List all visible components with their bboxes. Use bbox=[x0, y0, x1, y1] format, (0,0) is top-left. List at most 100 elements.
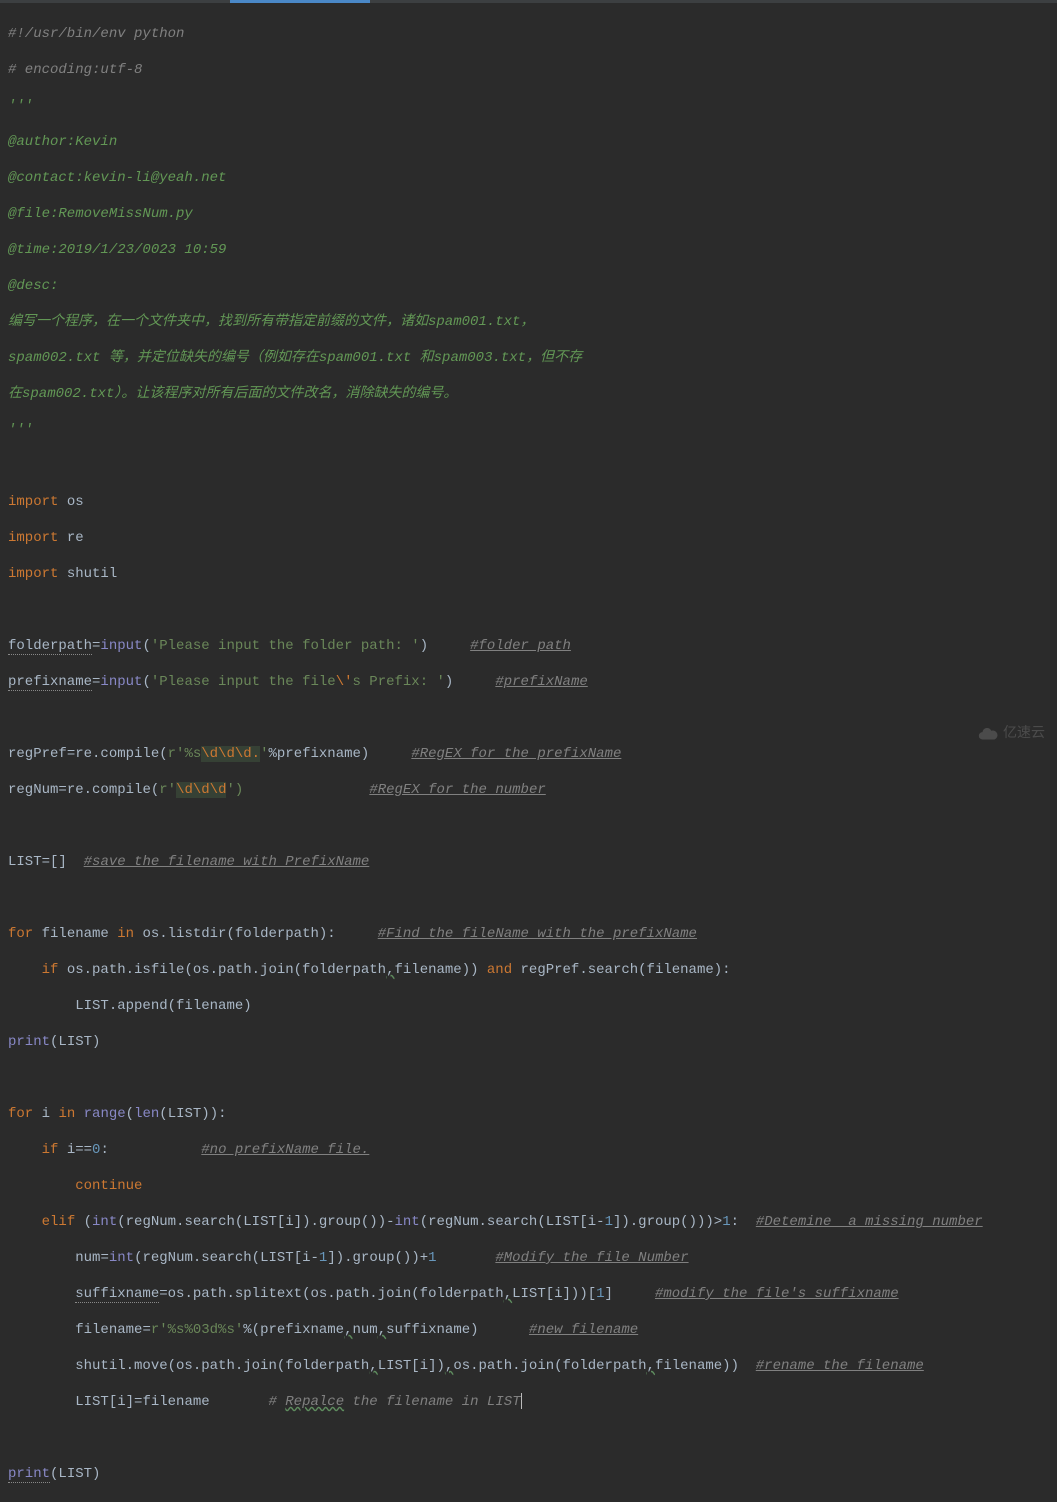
fmt-string: '%s%03d%s' bbox=[159, 1322, 243, 1338]
suffix-list: LIST[i]))[ bbox=[512, 1286, 596, 1302]
int-call: int bbox=[92, 1214, 117, 1230]
in-keyword: in bbox=[117, 926, 134, 942]
regex-string: '\d\d\d bbox=[168, 782, 227, 798]
eq-eq: == bbox=[75, 1142, 92, 1158]
isfile-expr: os.path.isfile(os.path.join(folderpath bbox=[58, 962, 386, 978]
zero-literal: 0 bbox=[92, 1142, 100, 1158]
input-call: input bbox=[100, 638, 142, 654]
if-keyword: if bbox=[42, 962, 59, 978]
for-keyword: for bbox=[8, 1106, 33, 1122]
comma-typo: , bbox=[647, 1358, 655, 1374]
range-call: range bbox=[84, 1106, 126, 1122]
and-keyword: and bbox=[487, 962, 512, 978]
comma-typo: , bbox=[445, 1358, 453, 1374]
suffix-close: ] bbox=[605, 1286, 613, 1302]
equals: = bbox=[58, 782, 66, 798]
list-i: LIST[i]) bbox=[378, 1358, 445, 1374]
regex-string: '%s\d\d\d.' bbox=[176, 746, 268, 762]
doc-body-2: spam002.txt 等，并定位缺失的编号（例如存在spam001.txt 和… bbox=[8, 350, 582, 366]
folder-prompt-string: 'Please input the folder path: ' bbox=[151, 638, 420, 654]
list-assign: LIST[i] bbox=[75, 1394, 134, 1410]
prefixname-var: prefixname bbox=[8, 674, 92, 691]
folderpath-var: folderpath bbox=[8, 638, 92, 655]
import-keyword: import bbox=[8, 530, 58, 546]
equals: = bbox=[159, 1286, 167, 1302]
os-listdir: os.listdir(folderpath): bbox=[134, 926, 336, 942]
docstring-open: ''' bbox=[8, 98, 33, 114]
filename-close: filename)) bbox=[655, 1358, 739, 1374]
comma-typo: , bbox=[378, 1322, 386, 1338]
percent-prefixname: %prefixname) bbox=[268, 746, 369, 762]
list-append: LIST.append(filename) bbox=[75, 998, 251, 1014]
doc-file: @file:RemoveMissNum.py bbox=[8, 206, 193, 222]
os-join2: os.path.join(folderpath bbox=[453, 1358, 646, 1374]
new-filename-comment: #new filename bbox=[529, 1322, 638, 1338]
import-keyword: import bbox=[8, 494, 58, 510]
one-literal: 1 bbox=[428, 1250, 436, 1266]
equals: = bbox=[100, 1250, 108, 1266]
doc-author: @author:Kevin bbox=[8, 134, 117, 150]
modify-suffix-comment: #modify the file's suffixname bbox=[655, 1286, 899, 1302]
code-editor[interactable]: #!/usr/bin/env python # encoding:utf-8 '… bbox=[0, 3, 1057, 1502]
elif-open: ( bbox=[75, 1214, 92, 1230]
watermark-logo: 亿速云 bbox=[977, 723, 1045, 745]
one-literal: 1 bbox=[605, 1214, 613, 1230]
empty-list: [] bbox=[50, 854, 67, 870]
regex-number-comment: #RegEX for the number bbox=[369, 782, 545, 798]
doc-contact: @contact:kevin-li@yeah.net bbox=[8, 170, 226, 186]
equals: = bbox=[42, 854, 50, 870]
paren-close: ) bbox=[420, 638, 428, 654]
import-re: re bbox=[58, 530, 83, 546]
one-literal: 1 bbox=[319, 1250, 327, 1266]
folder-path-comment: #folder path bbox=[470, 638, 571, 654]
regnum-search-b: (regNum.search(LIST[i- bbox=[420, 1214, 605, 1230]
filename-val: filename bbox=[142, 1394, 209, 1410]
if-keyword: if bbox=[42, 1142, 59, 1158]
equals: = bbox=[134, 1394, 142, 1410]
num-arg: num bbox=[353, 1322, 378, 1338]
docstring-close: ''' bbox=[8, 422, 33, 438]
rename-comment: #rename the filename bbox=[756, 1358, 924, 1374]
group-close: ]).group())) bbox=[613, 1214, 714, 1230]
raw-prefix: r bbox=[159, 782, 167, 798]
int-call: int bbox=[395, 1214, 420, 1230]
doc-time: @time:2019/1/23/0023 10:59 bbox=[8, 242, 226, 258]
detemine-comment: #Detemine a missing number bbox=[756, 1214, 983, 1230]
regpref-search: regPref.search(filename): bbox=[512, 962, 730, 978]
colon: : bbox=[100, 1142, 108, 1158]
re-compile: re.compile( bbox=[75, 746, 167, 762]
shutil-move: shutil.move(os.path.join(folderpath bbox=[75, 1358, 369, 1374]
encoding-line: # encoding:utf-8 bbox=[8, 62, 142, 78]
list-comment: #save the filename with PrefixName bbox=[84, 854, 370, 870]
len-call: len bbox=[134, 1106, 159, 1122]
len-arg: (LIST)): bbox=[159, 1106, 226, 1122]
colon: : bbox=[731, 1214, 739, 1230]
for-keyword: for bbox=[8, 926, 33, 942]
print-arg: (LIST) bbox=[50, 1034, 100, 1050]
comma-typo: , bbox=[504, 1286, 512, 1302]
num-close: ]).group())+ bbox=[327, 1250, 428, 1266]
print-call: print bbox=[8, 1466, 50, 1483]
import-shutil: shutil bbox=[58, 566, 117, 582]
watermark-text: 亿速云 bbox=[1003, 725, 1045, 743]
i-var: i bbox=[58, 1142, 75, 1158]
shebang-line: #!/usr/bin/env python bbox=[8, 26, 184, 42]
doc-body-1: 编写一个程序，在一个文件夹中，找到所有带指定前缀的文件，诸如spam001.tx… bbox=[8, 314, 534, 330]
suffixname-var: suffixname bbox=[75, 1286, 159, 1303]
import-os: os bbox=[58, 494, 83, 510]
cloud-icon bbox=[977, 723, 999, 745]
suffix-arg: suffixname) bbox=[386, 1322, 478, 1338]
i-loop-var: i bbox=[33, 1106, 58, 1122]
gt: > bbox=[714, 1214, 722, 1230]
print-arg: (LIST) bbox=[50, 1466, 100, 1482]
comma-typo: , bbox=[386, 962, 394, 978]
paren-open: ( bbox=[142, 674, 150, 690]
elif-keyword: elif bbox=[42, 1214, 76, 1230]
one-literal: 1 bbox=[722, 1214, 730, 1230]
find-filename-comment: #Find the fileName with the prefixName bbox=[378, 926, 697, 942]
re-compile: re.compile( bbox=[67, 782, 159, 798]
comma-typo: , bbox=[369, 1358, 377, 1374]
regnum-search-a: (regNum.search(LIST[i]).group())- bbox=[117, 1214, 394, 1230]
modify-num-comment: #Modify the file Number bbox=[495, 1250, 688, 1266]
filename-lhs: filename bbox=[75, 1322, 142, 1338]
